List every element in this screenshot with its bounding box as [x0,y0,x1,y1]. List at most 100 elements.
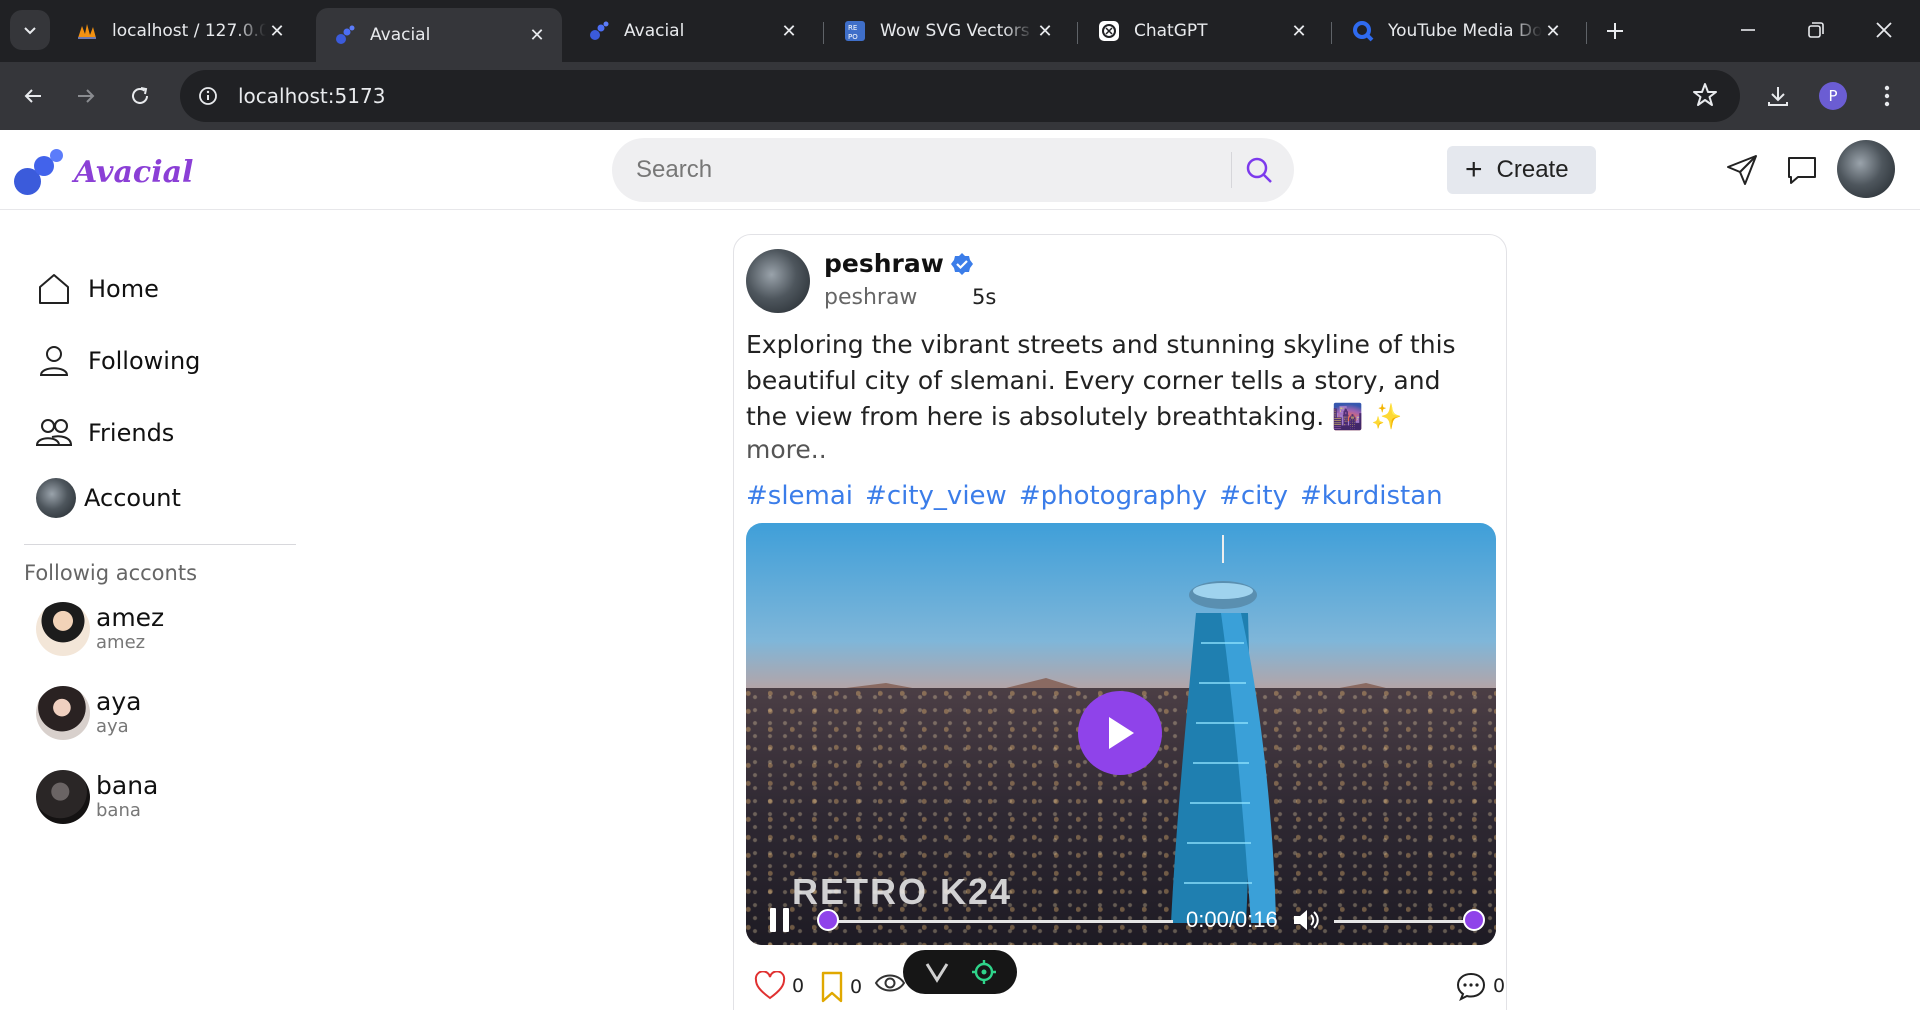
tab-svg-repo[interactable]: REPO Wow SVG Vectors & Icons ✕ [826,10,1070,52]
save-count: 0 [850,976,863,998]
hashtag-link[interactable]: #city [1219,481,1288,511]
tab-avacial[interactable]: Avacial ✕ [570,10,814,52]
tab-chatgpt[interactable]: ChatGPT ✕ [1080,10,1324,52]
save-button[interactable]: 0 [820,971,862,1003]
floating-extension-toolbar[interactable] [903,950,1017,994]
chevron-down-icon[interactable] [924,961,950,983]
create-button[interactable]: + Create [1447,146,1596,194]
back-button[interactable] [15,78,51,114]
post-hashtags: #slemai #city_view #photography #city #k… [746,481,1443,511]
close-icon[interactable]: ✕ [1542,20,1564,42]
user-icon [34,341,74,381]
close-icon[interactable]: ✕ [526,24,548,46]
tab-title: Avacial [624,21,685,41]
account-handle: amez [96,632,146,653]
downloads-button[interactable] [1760,78,1796,114]
search-icon [1246,157,1272,183]
star-icon [1693,83,1717,106]
profile-button[interactable]: P [1815,78,1851,114]
tab-avacial-active[interactable]: Avacial ✕ [316,8,562,62]
post-more-link[interactable]: more.. [746,435,827,464]
chat-icon [1788,157,1816,184]
post-author-avatar[interactable] [746,249,810,313]
window-close-button[interactable] [1862,12,1906,48]
following-account-item[interactable]: amez amez [36,602,164,656]
close-icon[interactable]: ✕ [1288,20,1310,42]
pause-icon[interactable] [768,907,792,933]
users-icon [34,413,74,453]
video-seek-thumb[interactable] [817,909,839,931]
restore-button[interactable] [1794,12,1838,48]
video-controls: 0:00/0:16 [746,893,1496,945]
post-actions: 0 0 0 0 [754,971,1505,1007]
post-card: peshraw peshraw 5s Exploring the vibrant… [733,234,1507,1010]
sidebar-item-following[interactable]: Following [34,339,200,383]
search-button[interactable] [1232,143,1286,197]
hashtag-link[interactable]: #city_view [865,481,1007,511]
hashtag-link[interactable]: #slemai [746,481,853,511]
post-video[interactable]: RETRO K24 0:00/0:16 [746,523,1496,945]
hashtag-link[interactable]: #photography [1019,481,1207,511]
address-bar[interactable]: localhost:5173 [180,70,1740,122]
chevron-down-icon [24,27,36,35]
tab-title: YouTube Media Downloader [1388,21,1542,41]
send-button[interactable] [1722,150,1762,190]
video-play-button[interactable] [1078,691,1162,775]
chatgpt-icon [1098,20,1120,42]
new-tab-button[interactable] [1598,14,1632,48]
crosshair-icon[interactable] [971,959,997,985]
account-handle: aya [96,716,129,737]
brand-name: Avacial [74,154,194,190]
minimize-button[interactable] [1726,12,1770,48]
following-account-item[interactable]: aya aya [36,686,141,740]
like-count: 0 [792,975,805,997]
following-account-item[interactable]: bana bana [36,770,158,824]
sidebar-item-account[interactable]: Account [36,476,181,520]
post-author-handle: peshraw [824,285,918,310]
post-timestamp: 5s [972,285,997,309]
video-seek-bar[interactable] [828,920,1173,923]
avacial-icon [588,20,610,42]
hashtag-link[interactable]: #kurdistan [1300,481,1443,511]
sidebar-item-friends[interactable]: Friends [34,411,174,455]
avatar [36,478,76,518]
info-icon [199,87,217,105]
browser-toolbar: localhost:5173 P [0,62,1920,130]
reload-button[interactable] [122,78,158,114]
post-author-name-text: peshraw [824,249,944,278]
tab-search-button[interactable] [10,10,50,50]
tab-separator [1586,22,1587,44]
tab-separator [823,22,824,44]
restore-icon [1808,22,1824,38]
bookmark-star-button[interactable] [1692,82,1718,108]
create-label: Create [1496,156,1569,183]
video-volume-bar[interactable] [1334,920,1474,923]
search-input[interactable] [612,138,1231,202]
close-icon[interactable]: ✕ [1034,20,1056,42]
like-button[interactable]: 0 [754,971,804,1001]
browser-menu-button[interactable] [1869,78,1905,114]
video-volume-thumb[interactable] [1463,909,1485,931]
post-author-name[interactable]: peshraw [824,249,974,278]
brand-logo[interactable]: Avacial [14,146,193,198]
close-icon[interactable]: ✕ [778,20,800,42]
logo-icon [14,146,66,198]
close-icon[interactable]: ✕ [266,20,288,42]
tab-youtube-downloader[interactable]: YouTube Media Downloader ✕ [1334,10,1578,52]
play-icon [1109,717,1134,749]
site-info-button[interactable] [190,78,226,114]
arrow-left-icon [24,89,41,103]
forward-button[interactable] [68,78,104,114]
comment-button[interactable]: 0 [1455,971,1505,1001]
messages-button[interactable] [1782,150,1822,190]
verified-badge-icon [950,252,973,275]
volume-icon[interactable] [1292,907,1320,933]
plus-icon [1607,23,1623,39]
account-name: bana [96,771,159,800]
bookmark-icon [821,971,843,1003]
avacial-icon [334,24,356,46]
more-vertical-icon [1884,85,1890,107]
header-user-avatar[interactable] [1837,140,1895,198]
tab-phpmyadmin[interactable]: localhost / 127.0.0.1 / avacial ✕ [58,10,302,52]
sidebar-item-home[interactable]: Home [34,267,159,311]
